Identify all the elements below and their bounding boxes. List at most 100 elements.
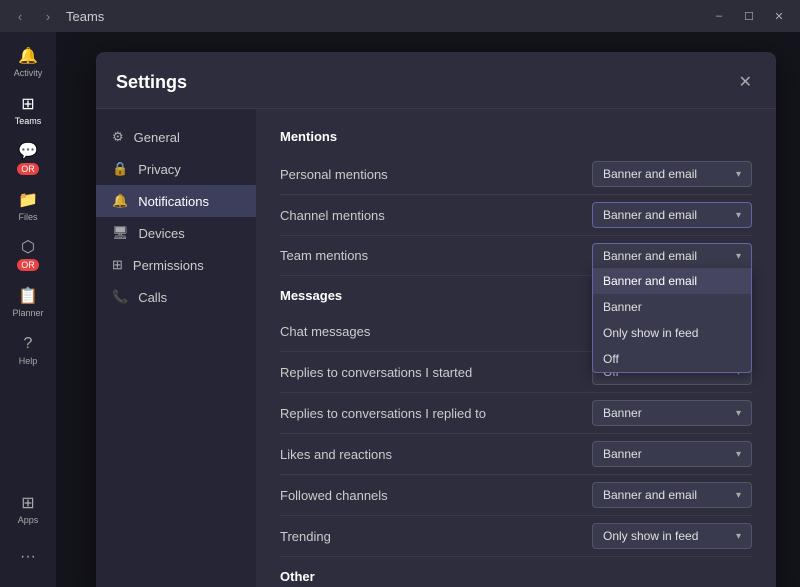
settings-nav-privacy[interactable]: 🔒 Privacy — [96, 153, 256, 185]
channel-mentions-label: Channel mentions — [280, 208, 385, 223]
settings-sidebar: ⚙ General 🔒 Privacy 🔔 Notifications — [96, 109, 256, 587]
modal-header: Settings ✕ — [96, 52, 776, 109]
planner-icon: 📋 — [18, 286, 38, 306]
personal-mentions-arrow: ▾ — [736, 169, 741, 180]
top-bar-left: ‹ › Teams — [8, 4, 104, 28]
chat-icon: 💬 — [18, 141, 38, 161]
nav-buttons: ‹ › — [8, 4, 60, 28]
teams-icon: ⊞ — [18, 94, 38, 114]
modal-title: Settings — [116, 72, 187, 93]
help-icon: ? — [18, 334, 38, 354]
permissions-icon: ⊞ — [112, 257, 123, 273]
replies-replied-label: Replies to conversations I replied to — [280, 406, 486, 421]
chat-messages-label: Chat messages — [280, 324, 370, 339]
nav-teams[interactable]: ⊞ Teams — [6, 88, 50, 132]
minimize-button[interactable]: – — [706, 3, 732, 29]
other-section-title: Other — [280, 569, 752, 584]
app-nav: 🔔 Activity ⊞ Teams 💬 OR 📁 Files ⬡ OR 📋 P… — [0, 32, 56, 587]
maximize-button[interactable]: ☐ — [736, 3, 762, 29]
personal-mentions-dropdown[interactable]: Banner and email ▾ — [592, 161, 752, 187]
followed-channels-row: Followed channels Banner and email ▾ — [280, 475, 752, 516]
top-bar: ‹ › Teams – ☐ ✕ — [0, 0, 800, 32]
app-title: Teams — [66, 9, 104, 24]
window-controls: – ☐ ✕ — [706, 3, 792, 29]
notifications-icon: 🔔 — [112, 193, 128, 209]
channel-mentions-value: Banner and email — [603, 208, 728, 222]
settings-nav-permissions[interactable]: ⊞ Permissions — [96, 249, 256, 281]
personal-mentions-value: Banner and email — [603, 167, 728, 181]
modal-body: ⚙ General 🔒 Privacy 🔔 Notifications — [96, 109, 776, 587]
settings-nav-calls[interactable]: 📞 Calls — [96, 281, 256, 313]
team-mentions-dropdown[interactable]: Banner and email ▾ — [592, 243, 752, 268]
trending-arrow: ▾ — [736, 531, 741, 542]
settings-nav-notifications[interactable]: 🔔 Notifications — [96, 185, 256, 217]
more-icon: ··· — [18, 547, 38, 567]
likes-reactions-arrow: ▾ — [736, 449, 741, 460]
mentions-section-title: Mentions — [280, 129, 752, 144]
likes-reactions-row: Likes and reactions Banner ▾ — [280, 434, 752, 475]
followed-channels-dropdown[interactable]: Banner and email ▾ — [592, 482, 752, 508]
settings-nav-permissions-label: Permissions — [133, 258, 204, 273]
team-mentions-label: Team mentions — [280, 248, 368, 263]
personal-mentions-row: Personal mentions Banner and email ▾ — [280, 154, 752, 195]
activity-icon: 🔔 — [18, 46, 38, 66]
replies-started-label: Replies to conversations I started — [280, 365, 472, 380]
nav-activity[interactable]: 🔔 Activity — [6, 40, 50, 84]
modal-overlay: Settings ✕ ⚙ General 🔒 Privacy — [56, 32, 800, 587]
likes-reactions-label: Likes and reactions — [280, 447, 392, 462]
trending-value: Only show in feed — [603, 529, 728, 543]
files-icon: 📁 — [18, 190, 38, 210]
likes-reactions-value: Banner — [603, 447, 728, 461]
replies-replied-row: Replies to conversations I replied to Ba… — [280, 393, 752, 434]
content-area: Settings ✕ ⚙ General 🔒 Privacy — [56, 32, 800, 587]
replies-replied-dropdown[interactable]: Banner ▾ — [592, 400, 752, 426]
followed-channels-value: Banner and email — [603, 488, 728, 502]
trending-row: Trending Only show in feed ▾ — [280, 516, 752, 557]
trending-dropdown[interactable]: Only show in feed ▾ — [592, 523, 752, 549]
nav-help[interactable]: ? Help — [6, 328, 50, 372]
team-mentions-value: Banner and email — [603, 249, 728, 263]
app-body: 🔔 Activity ⊞ Teams 💬 OR 📁 Files ⬡ OR 📋 P… — [0, 32, 800, 587]
team-mentions-option-feed[interactable]: Only show in feed — [593, 320, 751, 346]
likes-reactions-dropdown[interactable]: Banner ▾ — [592, 441, 752, 467]
team-mentions-dropdown-container: Banner and email ▾ Banner and email Bann… — [592, 243, 752, 268]
settings-nav-calls-label: Calls — [138, 290, 167, 305]
replies-replied-arrow: ▾ — [736, 408, 741, 419]
apps-icon: ⊞ — [18, 493, 38, 513]
team-mentions-row: Team mentions Banner and email ▾ Banner … — [280, 236, 752, 276]
team-mentions-dropdown-arrow: ▾ — [736, 251, 741, 262]
nav-planner[interactable]: 📋 Planner — [6, 280, 50, 324]
followed-channels-arrow: ▾ — [736, 490, 741, 501]
team-mentions-option-banner[interactable]: Banner — [593, 294, 751, 320]
team-mentions-option-banner-email[interactable]: Banner and email — [593, 268, 751, 294]
back-button[interactable]: ‹ — [8, 4, 32, 28]
team-mentions-menu: Banner and email Banner Only show in fee… — [592, 268, 752, 373]
privacy-icon: 🔒 — [112, 161, 128, 177]
general-icon: ⚙ — [112, 129, 124, 145]
forward-button[interactable]: › — [36, 4, 60, 28]
settings-nav-notifications-label: Notifications — [138, 194, 209, 209]
settings-nav-devices-label: Devices — [139, 226, 185, 241]
team-mentions-option-off[interactable]: Off — [593, 346, 751, 372]
settings-nav-general-label: General — [134, 130, 180, 145]
channel-mentions-row: Channel mentions Banner and email ▾ — [280, 195, 752, 236]
settings-nav-general[interactable]: ⚙ General — [96, 121, 256, 153]
followed-channels-label: Followed channels — [280, 488, 388, 503]
modal-close-button[interactable]: ✕ — [735, 68, 756, 96]
nav-apps[interactable]: ⊞ Apps — [6, 487, 50, 531]
settings-nav-privacy-label: Privacy — [138, 162, 181, 177]
personal-mentions-label: Personal mentions — [280, 167, 388, 182]
nav-extra[interactable]: ⬡ OR — [6, 232, 50, 276]
settings-nav-devices[interactable]: 🖥 Devices — [96, 217, 256, 249]
trending-label: Trending — [280, 529, 331, 544]
nav-more[interactable]: ··· — [6, 535, 50, 579]
channel-mentions-dropdown[interactable]: Banner and email ▾ — [592, 202, 752, 228]
nav-chat[interactable]: 💬 OR — [6, 136, 50, 180]
close-button[interactable]: ✕ — [766, 3, 792, 29]
extra-icon: ⬡ — [18, 237, 38, 257]
nav-files[interactable]: 📁 Files — [6, 184, 50, 228]
settings-content: Mentions Personal mentions Banner and em… — [256, 109, 776, 587]
devices-icon: 🖥 — [112, 225, 129, 241]
settings-modal: Settings ✕ ⚙ General 🔒 Privacy — [96, 52, 776, 587]
replies-replied-value: Banner — [603, 406, 728, 420]
